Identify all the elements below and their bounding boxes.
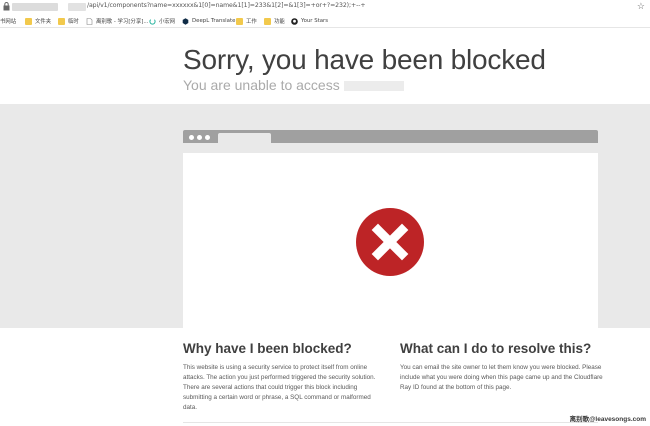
- resolve-heading: What can I do to resolve this?: [400, 341, 592, 356]
- folder-icon: [58, 17, 65, 25]
- window-dot-icon: [189, 135, 194, 140]
- bookmark-item[interactable]: 书网站: [0, 16, 16, 26]
- bookmark-item[interactable]: 小宏网: [149, 16, 175, 26]
- footer-divider: [183, 422, 598, 423]
- bookmark-label: 文件夹: [35, 19, 52, 25]
- bookmark-item[interactable]: 功能: [264, 16, 285, 26]
- subtitle-text: You are unable to access: [183, 77, 340, 93]
- url-host-redacted: [12, 3, 58, 11]
- bookmark-item[interactable]: 文件夹: [25, 16, 51, 26]
- bookmark-label: 书网站: [0, 19, 17, 25]
- bookmark-star-icon[interactable]: ☆: [637, 1, 645, 11]
- bookmark-item[interactable]: 工作: [236, 16, 257, 26]
- why-blocked-text: This website is using a security service…: [183, 364, 376, 411]
- bookmark-label: DeepL Translate: [192, 18, 236, 24]
- bookmark-item[interactable]: 临时: [58, 16, 79, 26]
- folder-icon: [264, 17, 271, 25]
- github-icon: [291, 17, 298, 25]
- browser-mock-titlebar: [183, 130, 598, 143]
- x-mark-icon: [371, 223, 409, 261]
- page-icon: [86, 17, 93, 25]
- window-dot-icon: [197, 135, 202, 140]
- deepl-icon: [182, 17, 189, 25]
- bookmark-item[interactable]: DeepL Translate: [182, 16, 235, 26]
- loader-icon: [149, 17, 156, 25]
- bookmarks-bar: 书网站 文件夹 临时 离别歌 - 学习[分享]... 小宏网 DeepL Tra…: [0, 14, 650, 28]
- watermark: 离别歌@leavesongs.com: [569, 416, 646, 423]
- url-path-redacted: [68, 3, 86, 11]
- bookmark-item[interactable]: 离别歌 - 学习[分享]...: [86, 16, 148, 26]
- bookmark-label: 功能: [274, 19, 285, 25]
- page-subtitle: You are unable to access: [183, 77, 404, 93]
- bookmark-label: 工作: [246, 19, 257, 25]
- bookmark-item[interactable]: Your Stars: [291, 16, 328, 26]
- bookmark-label: 临时: [68, 19, 79, 25]
- address-bar[interactable]: /api/v1/components?name=xxxxxx&1[0]=name…: [0, 0, 650, 14]
- bookmark-label: 离别歌 - 学习[分享]...: [96, 19, 149, 25]
- bookmark-label: 小宏网: [159, 19, 176, 25]
- page-title: Sorry, you have been blocked: [183, 44, 546, 75]
- bookmark-label: Your Stars: [301, 18, 329, 24]
- domain-redacted: [343, 81, 404, 92]
- folder-icon: [236, 17, 243, 25]
- lock-icon[interactable]: [3, 2, 10, 11]
- url-text[interactable]: /api/v1/components?name=xxxxxx&1[0]=name…: [87, 2, 366, 9]
- browser-mock-tab: [218, 133, 271, 143]
- window-dot-icon: [205, 135, 210, 140]
- why-blocked-heading: Why have I been blocked?: [183, 341, 352, 356]
- resolve-text: You can email the site owner to let them…: [400, 364, 603, 391]
- folder-icon: [25, 17, 32, 25]
- blocked-x-icon: [356, 208, 424, 276]
